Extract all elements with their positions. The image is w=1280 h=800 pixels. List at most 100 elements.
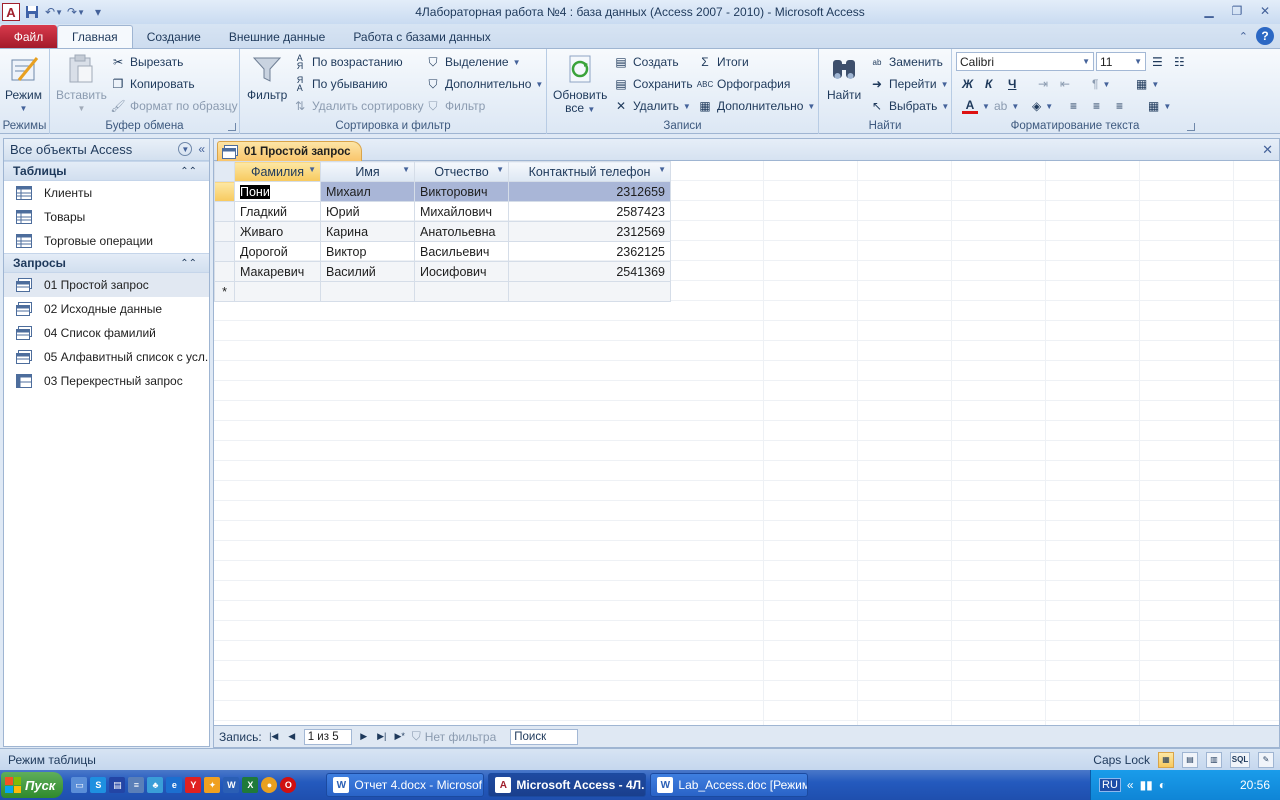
customize-qat-icon[interactable]: ▾ [88,3,108,21]
tab-home[interactable]: Главная [57,25,133,48]
table-cell[interactable]: Анатольевна [414,221,509,242]
close-document-icon[interactable]: ✕ [1262,142,1273,158]
column-header-phone[interactable]: Контактный телефон ▼ [508,161,671,182]
minimize-ribbon-icon[interactable]: ⌃ [1239,30,1248,43]
increase-indent-icon[interactable]: ⇥ [1038,74,1048,94]
current-record-input[interactable]: 1 из 5 [303,728,352,745]
record-selector[interactable] [214,181,235,202]
align-left-icon[interactable]: ≡ [1070,96,1077,116]
chevron-down-icon[interactable]: ▼ [658,165,666,174]
taskbar-window-lab-access[interactable]: W Lab_Access.doc [Режим ... [650,773,809,797]
taskbar-window-report[interactable]: W Отчет 4.docx - Microsof... [326,773,485,797]
font-name-select[interactable]: Calibri ▼ [956,52,1094,71]
language-indicator[interactable]: RU [1099,778,1121,792]
gridlines-icon[interactable]: ▦ ▼ [1136,74,1159,94]
opera-icon[interactable]: O [280,777,297,793]
record-selector[interactable] [214,201,235,222]
cut-button[interactable]: ✂ Вырезать [110,52,183,72]
show-desktop-icon[interactable]: ▭ [71,777,88,793]
chevron-down-icon[interactable]: ▼ [402,165,410,174]
totals-button[interactable]: Σ Итоги [697,52,748,72]
messenger-icon[interactable]: ♣ [147,777,164,793]
table-cell[interactable]: 2541369 [508,261,671,282]
undo-icon[interactable]: ↶ ▼ [44,3,64,21]
last-record-icon[interactable]: ▶| [376,731,388,743]
nav-item-query-04[interactable]: 04 Список фамилий [4,321,209,345]
table-cell[interactable]: Макаревич [234,261,321,282]
table-cell[interactable]: 2362125 [508,241,671,262]
floppy-icon[interactable]: ▤ [109,777,126,793]
advanced-filter-button[interactable]: ⛉ Дополнительно ▼ [425,74,543,94]
chevron-down-icon[interactable]: ▼ [496,165,504,174]
view-mode-button[interactable]: Режим ▼ [5,53,42,115]
table-cell[interactable]: Василий [320,261,415,282]
table-cell[interactable] [234,281,321,302]
table-cell[interactable]: Иосифович [414,261,509,282]
nav-item-query-01[interactable]: 01 Простой запрос [4,273,209,297]
select-button[interactable]: ↖ Выбрать ▼ [869,96,949,116]
help-icon[interactable]: ? [1256,27,1274,45]
font-color-button[interactable]: A ▼ [962,96,990,116]
shutter-bar-close-icon[interactable]: « [198,142,205,156]
ie-icon[interactable]: e [166,777,183,793]
tray-expand-icon[interactable]: « [1127,778,1134,792]
table-cell[interactable]: Михаил [320,181,415,202]
record-selector[interactable] [214,261,235,282]
record-selector[interactable] [214,221,235,242]
align-center-icon[interactable]: ≡ [1093,96,1100,116]
font-size-select[interactable]: 11 ▼ [1096,52,1146,71]
table-row[interactable]: Макаревич Василий Иосифович 2541369 [214,261,671,282]
align-right-icon[interactable]: ≡ [1116,96,1123,116]
table-cell[interactable] [414,281,509,302]
table-cell[interactable]: Юрий [320,201,415,222]
network-icon[interactable]: ▮▮ [1140,778,1153,792]
table-cell[interactable] [508,281,671,302]
start-button[interactable]: Пуск [1,772,64,798]
decrease-indent-icon[interactable]: ⇤ [1060,74,1070,94]
filter-button[interactable]: Фильтр [247,53,287,102]
table-cell[interactable]: Михайлович [414,201,509,222]
table-cell[interactable]: 2587423 [508,201,671,222]
table-cell[interactable]: Гладкий [234,201,321,222]
table-cell[interactable]: 2312659 [508,181,671,202]
column-header-patronymic[interactable]: Отчество ▼ [414,161,509,182]
table-cell[interactable]: Виктор [320,241,415,262]
table-cell[interactable]: 2312569 [508,221,671,242]
nav-item-clients[interactable]: Клиенты [4,181,209,205]
copy-button[interactable]: ❐ Копировать [110,74,195,94]
design-view-small-icon[interactable]: ✎ [1258,751,1274,768]
nav-item-query-02[interactable]: 02 Исходные данные [4,297,209,321]
table-cell[interactable]: Дорогой [234,241,321,262]
table-row[interactable]: Живаго Карина Анатольевна 2312569 [214,221,671,242]
select-all-corner[interactable] [214,161,235,182]
nav-section-tables[interactable]: Таблицы ⌃⌃ [4,161,209,181]
numbering-icon[interactable]: ☷ [1174,52,1185,72]
toggle-filter-button[interactable]: ⛉ Фильтр [425,96,485,116]
fill-color-icon[interactable]: ◈ ▼ [1032,96,1053,116]
previous-record-icon[interactable]: ◀ [286,731,298,743]
tab-file[interactable]: Файл [0,25,57,48]
doc-tab-query-01[interactable]: 01 Простой запрос [217,141,362,161]
alternate-row-color-icon[interactable]: ▦ ▼ [1148,96,1171,116]
search-input[interactable]: Поиск [510,728,579,745]
pivot-chart-view-icon[interactable]: ▥ [1206,751,1222,768]
taskbar-window-access[interactable]: A Microsoft Access - 4Л... [488,773,647,797]
tab-external-data[interactable]: Внешние данные [215,25,340,48]
paragraph-icon[interactable]: ¶ ▼ [1092,74,1110,94]
format-painter-button[interactable]: 🖌 Формат по образцу [110,96,237,116]
notepad-icon[interactable]: ≡ [128,777,145,793]
goto-button[interactable]: ➜ Перейти ▼ [869,74,949,94]
save-record-button[interactable]: ▤ Сохранить [613,74,692,94]
bullets-icon[interactable]: ☰ [1152,52,1163,72]
nav-item-query-03[interactable]: 03 Перекрестный запрос [4,369,209,393]
bold-button[interactable]: Ж [962,74,973,94]
save-icon[interactable] [22,3,42,21]
new-record-button[interactable]: ▤ Создать [613,52,678,72]
volume-icon[interactable]: ◐ [1159,778,1166,792]
table-cell[interactable]: Карина [320,221,415,242]
italic-button[interactable]: К [985,74,992,94]
nav-menu-chevron-icon[interactable]: ▼ [178,142,193,156]
datasheet-view-icon[interactable]: ▦ [1158,751,1174,768]
restore-button[interactable]: ❐ [1226,2,1248,20]
table-cell[interactable]: Живаго [234,221,321,242]
